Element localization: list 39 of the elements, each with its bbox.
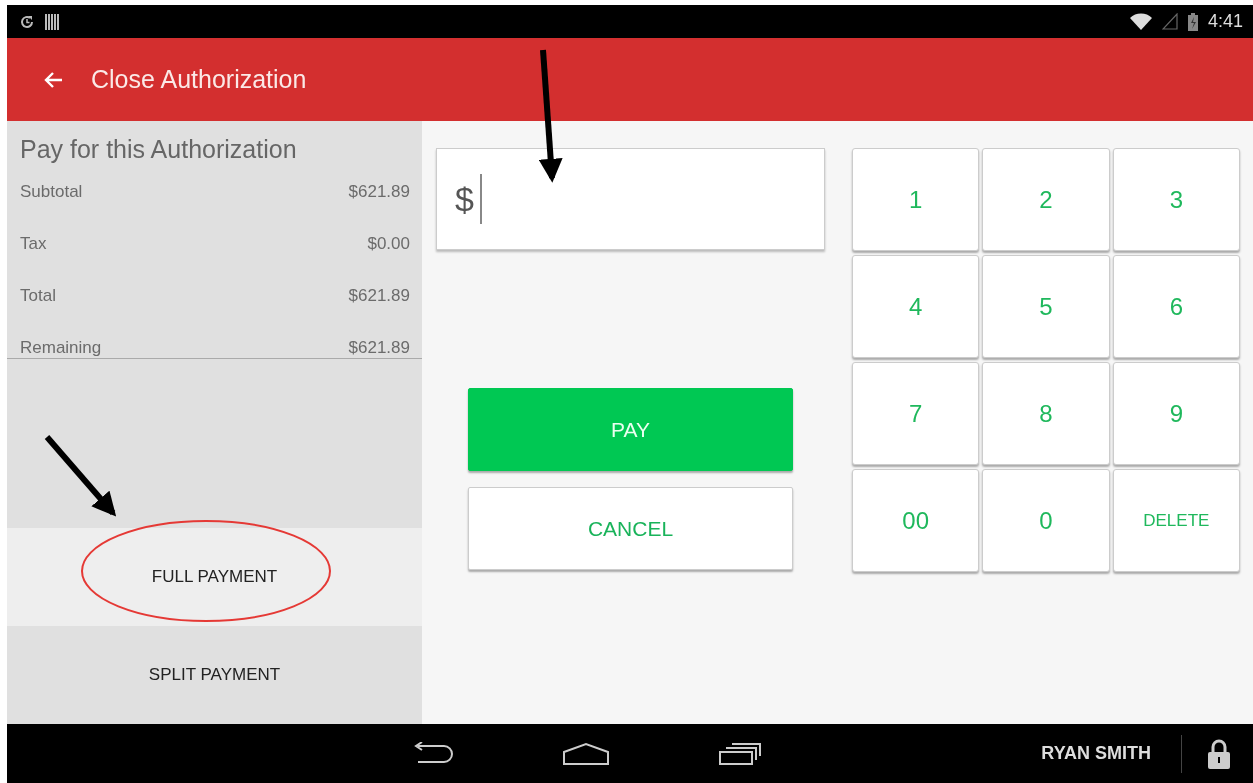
delete-key[interactable]: DELETE xyxy=(1112,469,1240,572)
currency-prefix: $ xyxy=(455,179,474,219)
cancel-button[interactable]: CANCEL xyxy=(468,487,793,570)
row-amount: $621.89 xyxy=(348,338,410,358)
signal-icon xyxy=(1161,13,1178,30)
pay-button[interactable]: PAY xyxy=(468,388,793,471)
row-label: Tax xyxy=(20,234,47,254)
keypad-key[interactable]: 5 xyxy=(982,255,1110,358)
battery-icon xyxy=(1187,12,1198,31)
recent-apps-icon[interactable] xyxy=(718,741,762,766)
home-icon[interactable] xyxy=(562,741,610,766)
keypad-key[interactable]: 00 xyxy=(852,469,980,572)
text-cursor xyxy=(479,174,482,224)
row-label: Total xyxy=(20,286,56,306)
keypad-key[interactable]: 8 xyxy=(982,362,1110,465)
keypad-key[interactable]: 9 xyxy=(1112,362,1240,465)
payment-option[interactable]: FULL PAYMENT xyxy=(7,528,422,626)
wifi-icon xyxy=(1129,13,1152,30)
row-label: Subtotal xyxy=(20,182,83,202)
keypad-key[interactable]: 4 xyxy=(852,255,980,358)
amount-field[interactable]: $ xyxy=(436,148,825,250)
user-name: RYAN SMITH xyxy=(1041,734,1182,773)
summary-title: Pay for this Authorization xyxy=(20,135,298,164)
lock-icon[interactable] xyxy=(1208,738,1230,769)
row-amount: $621.89 xyxy=(348,182,410,202)
sync-icon xyxy=(19,13,35,30)
row-label: Remaining xyxy=(20,338,102,358)
screen-title: Close Authorization xyxy=(91,65,307,94)
row-amount: $0.00 xyxy=(367,234,410,254)
clock-time: 4:41 xyxy=(1207,11,1243,32)
keypad-key[interactable]: 0 xyxy=(982,469,1110,572)
keypad-key[interactable]: 1 xyxy=(852,148,980,251)
keypad-key[interactable]: 6 xyxy=(1112,255,1240,358)
keypad-key[interactable]: 3 xyxy=(1112,148,1240,251)
back-arrow-icon[interactable] xyxy=(43,70,63,89)
barcode-icon xyxy=(45,13,59,30)
row-amount: $621.89 xyxy=(348,286,410,306)
keypad-key[interactable]: 2 xyxy=(982,148,1110,251)
keypad-key[interactable]: 7 xyxy=(852,362,980,465)
